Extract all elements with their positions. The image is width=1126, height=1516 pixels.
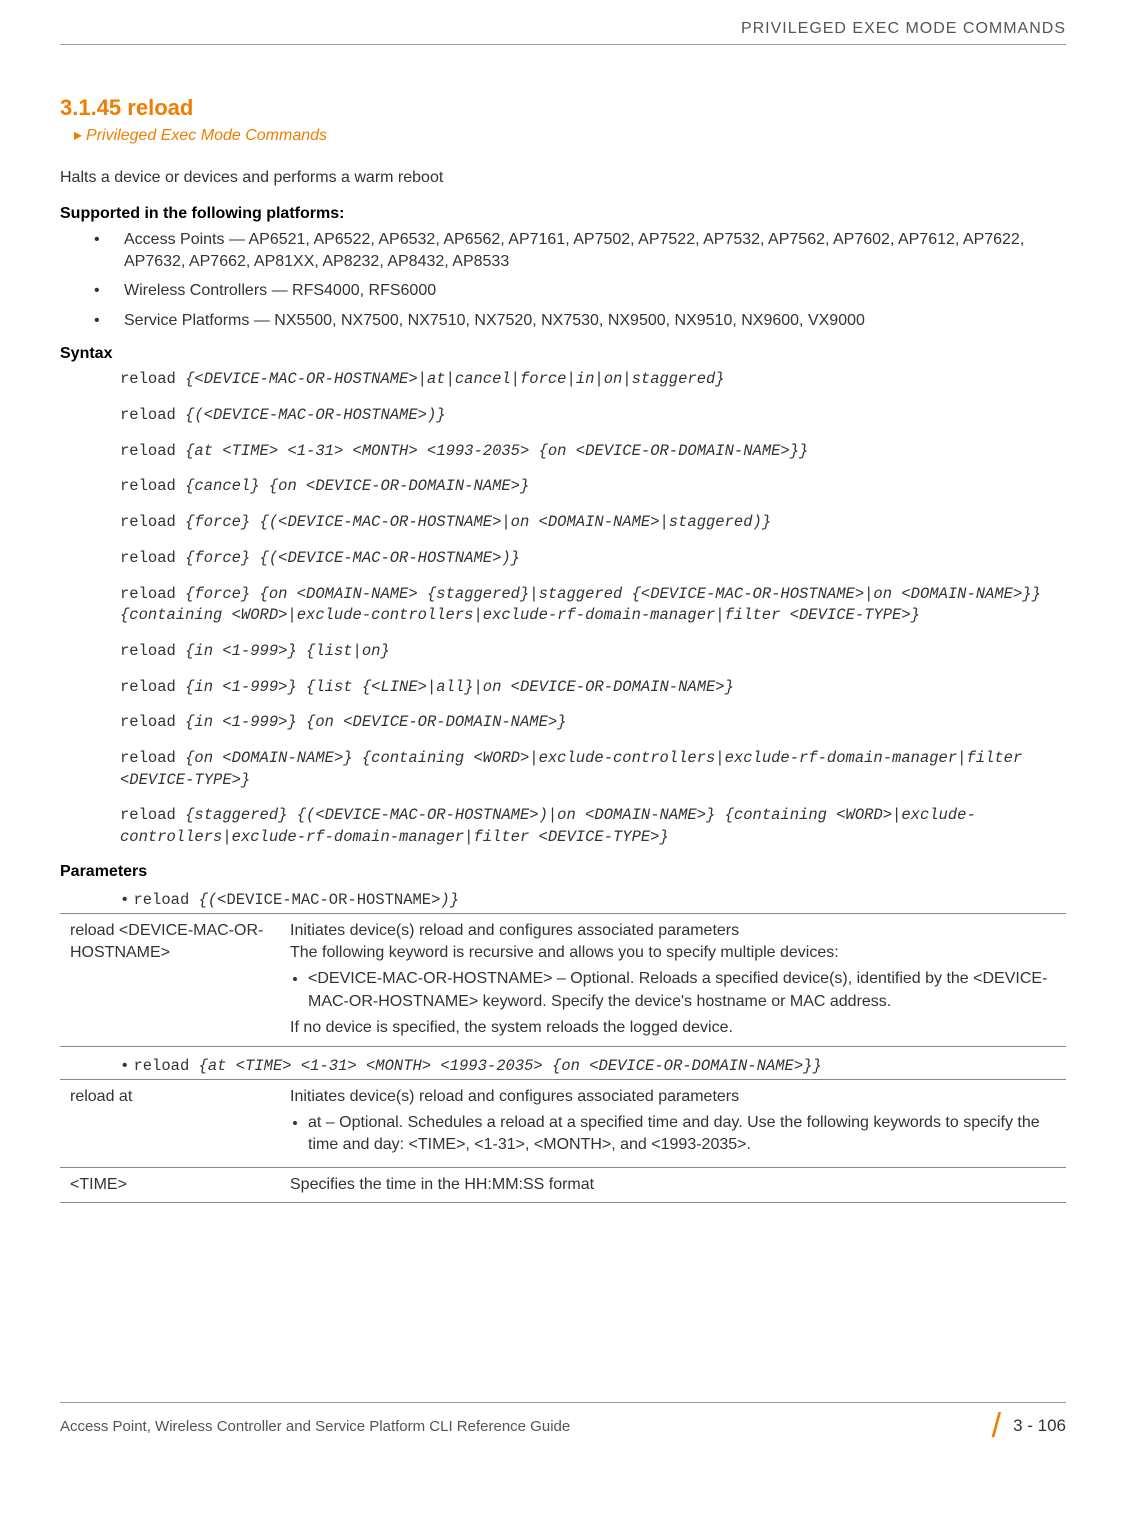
page-number: 3 - 106	[1013, 1416, 1066, 1436]
param-desc: Initiates device(s) reload and configure…	[280, 1079, 1066, 1167]
platform-wireless-controllers: Wireless Controllers — RFS4000, RFS6000	[94, 280, 1066, 302]
table-row: <TIME> Specifies the time in the HH:MM:S…	[60, 1167, 1066, 1202]
syntax-line-7: reload {force} {on <DOMAIN-NAME> {stagge…	[120, 584, 1066, 627]
section-title: 3.1.45 reload	[60, 95, 1066, 121]
param-key: reload at	[60, 1079, 280, 1167]
param-desc-line: If no device is specified, the system re…	[290, 1017, 1056, 1039]
param-desc-line: The following keyword is recursive and a…	[290, 942, 1056, 964]
table-row: reload at Initiates device(s) reload and…	[60, 1079, 1066, 1167]
param-desc-bullet: at – Optional. Schedules a reload at a s…	[308, 1112, 1056, 1157]
syntax-line-8: reload {in <1-999>} {list|on}	[120, 641, 1066, 663]
syntax-line-1: reload {<DEVICE-MAC-OR-HOSTNAME>|at|canc…	[120, 369, 1066, 391]
breadcrumb-marker-icon: ▸	[74, 127, 82, 144]
param-intro-1: •reload {(<DEVICE-MAC-OR-HOSTNAME>)}	[122, 891, 1066, 909]
page-footer: Access Point, Wireless Controller and Se…	[60, 1402, 1066, 1440]
footer-left-text: Access Point, Wireless Controller and Se…	[60, 1418, 570, 1435]
param-desc: Initiates device(s) reload and configure…	[280, 913, 1066, 1046]
param-desc-bullet: <DEVICE-MAC-OR-HOSTNAME> – Optional. Rel…	[308, 968, 1056, 1013]
syntax-line-4: reload {cancel} {on <DEVICE-OR-DOMAIN-NA…	[120, 476, 1066, 498]
intro-text: Halts a device or devices and performs a…	[60, 169, 1066, 187]
syntax-line-9: reload {in <1-999>} {list {<LINE>|all}|o…	[120, 677, 1066, 699]
param-table-2: reload at Initiates device(s) reload and…	[60, 1079, 1066, 1204]
syntax-line-6: reload {force} {(<DEVICE-MAC-OR-HOSTNAME…	[120, 548, 1066, 570]
syntax-line-2: reload {(<DEVICE-MAC-OR-HOSTNAME>)}	[120, 405, 1066, 427]
platform-access-points: Access Points — AP6521, AP6522, AP6532, …	[94, 229, 1066, 272]
param-desc: Specifies the time in the HH:MM:SS forma…	[280, 1167, 1066, 1202]
param-desc-line: Initiates device(s) reload and configure…	[290, 920, 1056, 942]
syntax-heading: Syntax	[60, 345, 1066, 363]
syntax-line-5: reload {force} {(<DEVICE-MAC-OR-HOSTNAME…	[120, 512, 1066, 534]
supported-heading: Supported in the following platforms:	[60, 205, 1066, 223]
param-table-1: reload <DEVICE-MAC-OR-HOSTNAME> Initiate…	[60, 913, 1066, 1047]
parameters-heading: Parameters	[60, 863, 1066, 881]
param-intro-2: •reload {at <TIME> <1-31> <MONTH> <1993-…	[122, 1057, 1066, 1075]
platforms-list: Access Points — AP6521, AP6522, AP6532, …	[94, 229, 1066, 331]
param-desc-line: Initiates device(s) reload and configure…	[290, 1086, 1056, 1108]
breadcrumb-text: Privileged Exec Mode Commands	[86, 127, 327, 144]
syntax-line-12: reload {staggered} {(<DEVICE-MAC-OR-HOST…	[120, 805, 1066, 848]
table-row: reload <DEVICE-MAC-OR-HOSTNAME> Initiate…	[60, 913, 1066, 1046]
page-header: PRIVILEGED EXEC MODE COMMANDS	[60, 20, 1066, 45]
breadcrumb: ▸Privileged Exec Mode Commands	[74, 125, 1066, 145]
platform-service-platforms: Service Platforms — NX5500, NX7500, NX75…	[94, 310, 1066, 332]
syntax-line-11: reload {on <DOMAIN-NAME>} {containing <W…	[120, 748, 1066, 791]
footer-slash-icon: /	[992, 1413, 1001, 1440]
syntax-line-10: reload {in <1-999>} {on <DEVICE-OR-DOMAI…	[120, 712, 1066, 734]
syntax-line-3: reload {at <TIME> <1-31> <MONTH> <1993-2…	[120, 441, 1066, 463]
param-key: reload <DEVICE-MAC-OR-HOSTNAME>	[60, 913, 280, 1046]
param-key: <TIME>	[60, 1167, 280, 1202]
